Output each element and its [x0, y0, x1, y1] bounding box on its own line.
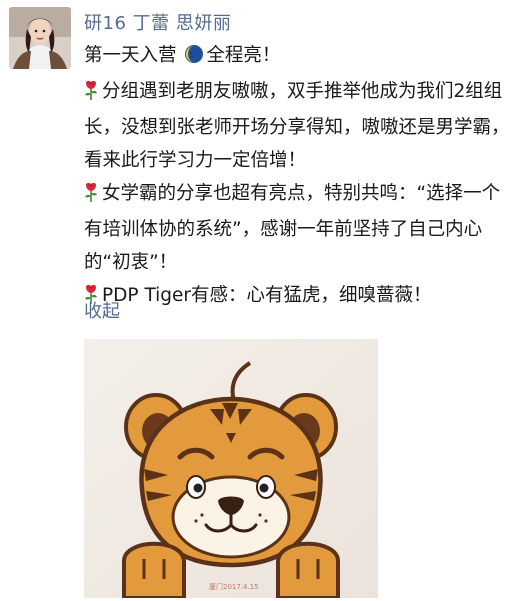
image-watermark: 厦门2017.4.15: [209, 582, 259, 591]
post-line-1-tail: 全程亮！: [206, 45, 281, 66]
rose-icon: [84, 78, 98, 111]
collapse-link[interactable]: 收起: [84, 297, 120, 323]
post-line-2: 分组遇到老朋友嗷嗷，双手推举他成为我们2组组长，没想到张老师开场分享得知，嗷嗷还…: [84, 75, 516, 177]
post-paragraph-1: 分组遇到老朋友嗷嗷，双手推举他成为我们2组组长，没想到张老师开场分享得知，嗷嗷还…: [84, 81, 510, 171]
post-image[interactable]: 厦门2017.4.15: [84, 339, 378, 598]
post-line-1: 第一天入营 全程亮！: [84, 39, 516, 75]
tiger-left-paw: [122, 541, 186, 598]
post-line-4: PDP Tiger有感：心有猛虎，细嗅蔷薇！: [84, 279, 516, 315]
tiger-right-paw: [276, 541, 340, 598]
author-name[interactable]: 研16 丁蕾 思妍丽: [84, 9, 231, 35]
post-paragraph-3: PDP Tiger有感：心有猛虎，细嗅蔷薇！: [102, 285, 432, 306]
moments-post: 研16 丁蕾 思妍丽 第一天入营 全程亮！ 分组遇到老朋友嗷嗷，双手推举他成为我…: [0, 0, 522, 601]
post-line-3: 女学霸的分享也超有亮点，特别共鸣：“选择一个有培训体协的系统”，感谢一年前坚持了…: [84, 177, 516, 279]
rose-icon: [84, 180, 98, 213]
avatar[interactable]: [9, 7, 71, 69]
post-line-1-text: 第一天入营: [84, 45, 177, 66]
moon-face-icon: [184, 42, 204, 75]
post-paragraph-2: 女学霸的分享也超有亮点，特别共鸣：“选择一个有培训体协的系统”，感谢一年前坚持了…: [84, 183, 501, 273]
post-text: 第一天入营 全程亮！ 分组遇到老朋友嗷嗷，双手推举他成为我们2组组长，没想到张老…: [84, 39, 516, 315]
